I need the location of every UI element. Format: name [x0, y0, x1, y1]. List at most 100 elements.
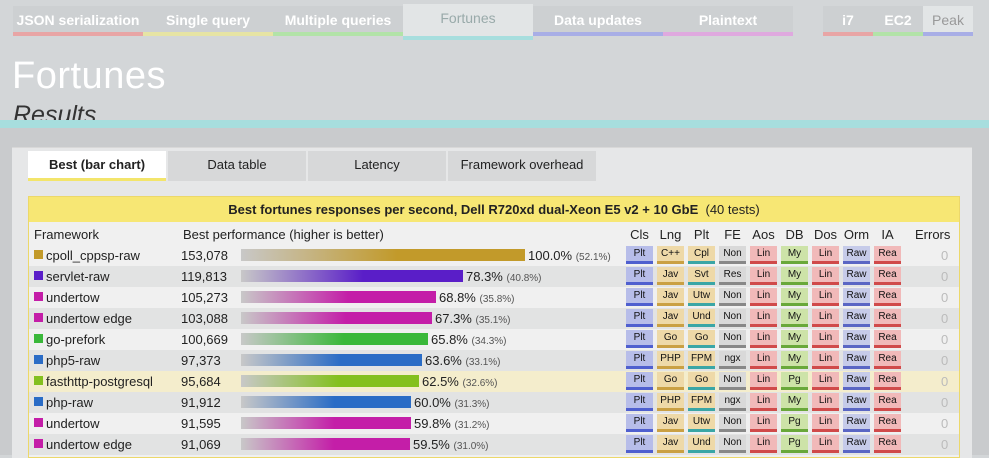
framework-color-swatch	[34, 397, 43, 406]
error-count: 0	[941, 374, 949, 389]
framework-color-swatch	[34, 355, 43, 364]
table-header: Framework Best performance (higher is be…	[29, 224, 959, 244]
percent-of-best: 59.8%	[414, 416, 451, 431]
attribute-aos: Lin	[750, 288, 777, 306]
attribute-aos: Lin	[750, 435, 777, 453]
attribute-plt: FPM	[688, 393, 715, 411]
sub-tab-best-bar-chart[interactable]: Best (bar chart)	[28, 151, 166, 181]
performance-percent: 100.0% (52.1%)	[528, 248, 611, 263]
performance-percent: 67.3% (35.1%)	[435, 311, 511, 326]
top-tab-i7[interactable]: i7	[823, 6, 873, 36]
top-tab-single-query[interactable]: Single query	[143, 6, 273, 36]
attribute-db: My	[781, 246, 808, 264]
attribute-cls: Plt	[626, 414, 653, 432]
attribute-ia: Rea	[874, 372, 901, 390]
caption-count: (40 tests)	[705, 202, 760, 217]
performance-percent: 59.8% (31.2%)	[414, 416, 490, 431]
framework-color-swatch	[34, 439, 43, 448]
top-tab-multiple-queries[interactable]: Multiple queries	[273, 6, 403, 36]
header-attr-orm: Orm	[843, 227, 870, 242]
sub-tab-data-table[interactable]: Data table	[168, 151, 306, 181]
top-tab-label: Data updates	[554, 12, 642, 28]
attribute-fe: Non	[719, 414, 746, 432]
framework-color-swatch	[34, 292, 43, 301]
error-count: 0	[941, 332, 949, 347]
attribute-plt: Und	[688, 309, 715, 327]
top-tab-data-updates[interactable]: Data updates	[533, 6, 663, 36]
performance-percent: 62.5% (32.6%)	[422, 374, 498, 389]
attribute-db: My	[781, 351, 808, 369]
attribute-aos: Lin	[750, 267, 777, 285]
attribute-db: My	[781, 393, 808, 411]
framework-color-swatch	[34, 418, 43, 427]
framework-name: servlet-raw	[46, 269, 110, 284]
performance-bar	[241, 396, 411, 408]
attribute-lng: Jav	[657, 309, 684, 327]
best-performance-value: 119,813	[181, 269, 228, 284]
attribute-cls: Plt	[626, 330, 653, 348]
framework-color-swatch	[34, 271, 43, 280]
attribute-ia: Rea	[874, 288, 901, 306]
top-tab-color-bar	[533, 32, 663, 36]
attribute-dos: Lin	[812, 372, 839, 390]
framework-name: go-prefork	[46, 332, 106, 347]
attribute-fe: Non	[719, 309, 746, 327]
error-count: 0	[941, 353, 949, 368]
performance-percent: 78.3% (40.8%)	[466, 269, 542, 284]
framework-color-swatch	[34, 334, 43, 343]
framework-name: php5-raw	[46, 353, 101, 368]
attribute-fe: Non	[719, 246, 746, 264]
table-row: undertow 105,273 68.8% (35.8%) Plt Jav Utw Non…	[29, 287, 959, 308]
top-tab-color-bar	[663, 32, 793, 36]
attribute-dos: Lin	[812, 288, 839, 306]
header-attr-db: DB	[785, 227, 804, 242]
attribute-fe: ngx	[719, 393, 746, 411]
table-row: php5-raw 97,373 63.6% (33.1%) Plt PHP FPM ngx L…	[29, 350, 959, 371]
attribute-aos: Lin	[750, 393, 777, 411]
performance-percent: 65.8% (34.3%)	[431, 332, 507, 347]
best-performance-value: 105,273	[181, 290, 228, 305]
best-performance-value: 97,373	[181, 353, 221, 368]
percent-of-best: 62.5%	[422, 374, 459, 389]
top-tab-plaintext[interactable]: Plaintext	[663, 6, 793, 36]
percent-of-best: 60.0%	[414, 395, 451, 410]
sub-tab-latency[interactable]: Latency	[308, 151, 446, 181]
header-attr-dos: Dos	[813, 227, 838, 242]
performance-percent: 63.6% (33.1%)	[425, 353, 501, 368]
top-tab-color-bar	[403, 36, 533, 40]
error-count: 0	[941, 248, 949, 263]
top-tab-peak[interactable]: Peak	[923, 6, 973, 36]
error-count: 0	[941, 437, 949, 452]
percent-relative: (31.2%)	[454, 420, 490, 431]
top-tab-fortunes[interactable]: Fortunes	[403, 4, 533, 40]
best-performance-value: 95,684	[181, 374, 221, 389]
top-tab-ec2[interactable]: EC2	[873, 6, 923, 36]
attribute-fe: Res	[719, 267, 746, 285]
table-caption: Best fortunes responses per second, Dell…	[29, 197, 959, 222]
top-tab-json-serialization[interactable]: JSON serialization	[13, 6, 143, 36]
attribute-orm: Raw	[843, 435, 870, 453]
attribute-dos: Lin	[812, 267, 839, 285]
attribute-ia: Rea	[874, 330, 901, 348]
attribute-aos: Lin	[750, 309, 777, 327]
attribute-orm: Raw	[843, 309, 870, 327]
attribute-orm: Raw	[843, 246, 870, 264]
top-tab-label: Fortunes	[440, 10, 496, 26]
attribute-aos: Lin	[750, 351, 777, 369]
attribute-orm: Raw	[843, 330, 870, 348]
best-performance-value: 91,069	[181, 437, 221, 452]
performance-bar	[241, 333, 428, 345]
performance-bar	[241, 312, 432, 324]
attribute-plt: Utw	[688, 414, 715, 432]
attribute-aos: Lin	[750, 246, 777, 264]
percent-relative: (31.3%)	[454, 399, 490, 410]
error-count: 0	[941, 290, 949, 305]
attribute-orm: Raw	[843, 351, 870, 369]
attribute-db: Pg	[781, 414, 808, 432]
percent-of-best: 67.3%	[435, 311, 472, 326]
attribute-cls: Plt	[626, 351, 653, 369]
table-row: undertow edge 91,069 59.5% (31.0%) Plt Jav Un…	[29, 434, 959, 455]
header-framework: Framework	[34, 227, 100, 242]
attribute-fe: Non	[719, 435, 746, 453]
sub-tab-framework-overhead[interactable]: Framework overhead	[448, 151, 596, 181]
